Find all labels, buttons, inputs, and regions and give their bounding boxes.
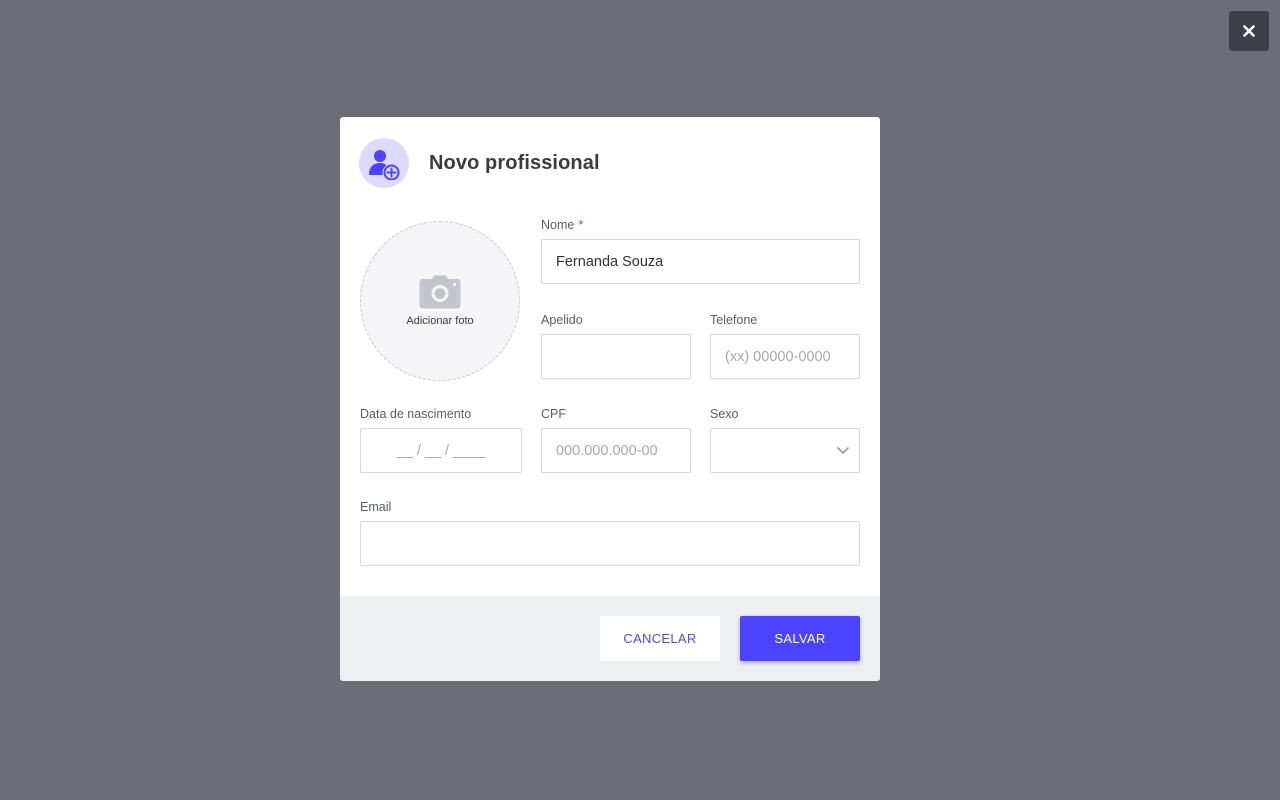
- add-photo-button[interactable]: Adicionar foto: [360, 221, 520, 381]
- camera-icon: [419, 275, 461, 309]
- new-professional-modal: Novo profissional Adicionar foto Nome* A…: [340, 117, 880, 681]
- phone-field-group: Telefone: [710, 312, 860, 379]
- modal-footer: CANCELAR SALVAR: [340, 596, 880, 681]
- nickname-label: Apelido: [541, 313, 583, 327]
- close-icon: [1243, 25, 1255, 37]
- sex-field-group: Sexo: [710, 406, 860, 473]
- sex-select[interactable]: [710, 428, 860, 473]
- close-modal-button[interactable]: [1229, 11, 1269, 51]
- name-label: Nome *: [541, 217, 860, 233]
- sex-label: Sexo: [710, 407, 739, 421]
- modal-title: Novo profissional: [429, 151, 600, 174]
- cpf-label: CPF: [541, 407, 566, 421]
- nickname-input[interactable]: [541, 334, 691, 379]
- birthdate-label: Data de nascimento: [360, 407, 472, 421]
- add-photo-label: Adicionar foto: [406, 315, 474, 327]
- email-label: Email: [360, 500, 392, 514]
- chevron-down-icon: [836, 446, 850, 455]
- required-mark: *: [578, 218, 584, 232]
- save-button[interactable]: SALVAR: [740, 616, 860, 661]
- name-input[interactable]: [541, 239, 860, 284]
- cpf-field-group: CPF: [541, 406, 691, 473]
- phone-input[interactable]: [710, 334, 860, 379]
- modal-header: Novo profissional: [359, 138, 600, 188]
- email-field-group: Email: [360, 499, 860, 566]
- nickname-field-group: Apelido: [541, 312, 691, 379]
- email-input[interactable]: [360, 521, 860, 566]
- cancel-button[interactable]: CANCELAR: [600, 616, 720, 661]
- user-plus-icon: [359, 138, 409, 188]
- birthdate-field-group: Data de nascimento: [360, 406, 522, 473]
- phone-label: Telefone: [710, 313, 758, 327]
- cpf-input[interactable]: [541, 428, 691, 473]
- name-label-text: Nome: [541, 218, 575, 232]
- birthdate-input[interactable]: [360, 428, 522, 473]
- name-field-group: Nome *: [541, 217, 860, 284]
